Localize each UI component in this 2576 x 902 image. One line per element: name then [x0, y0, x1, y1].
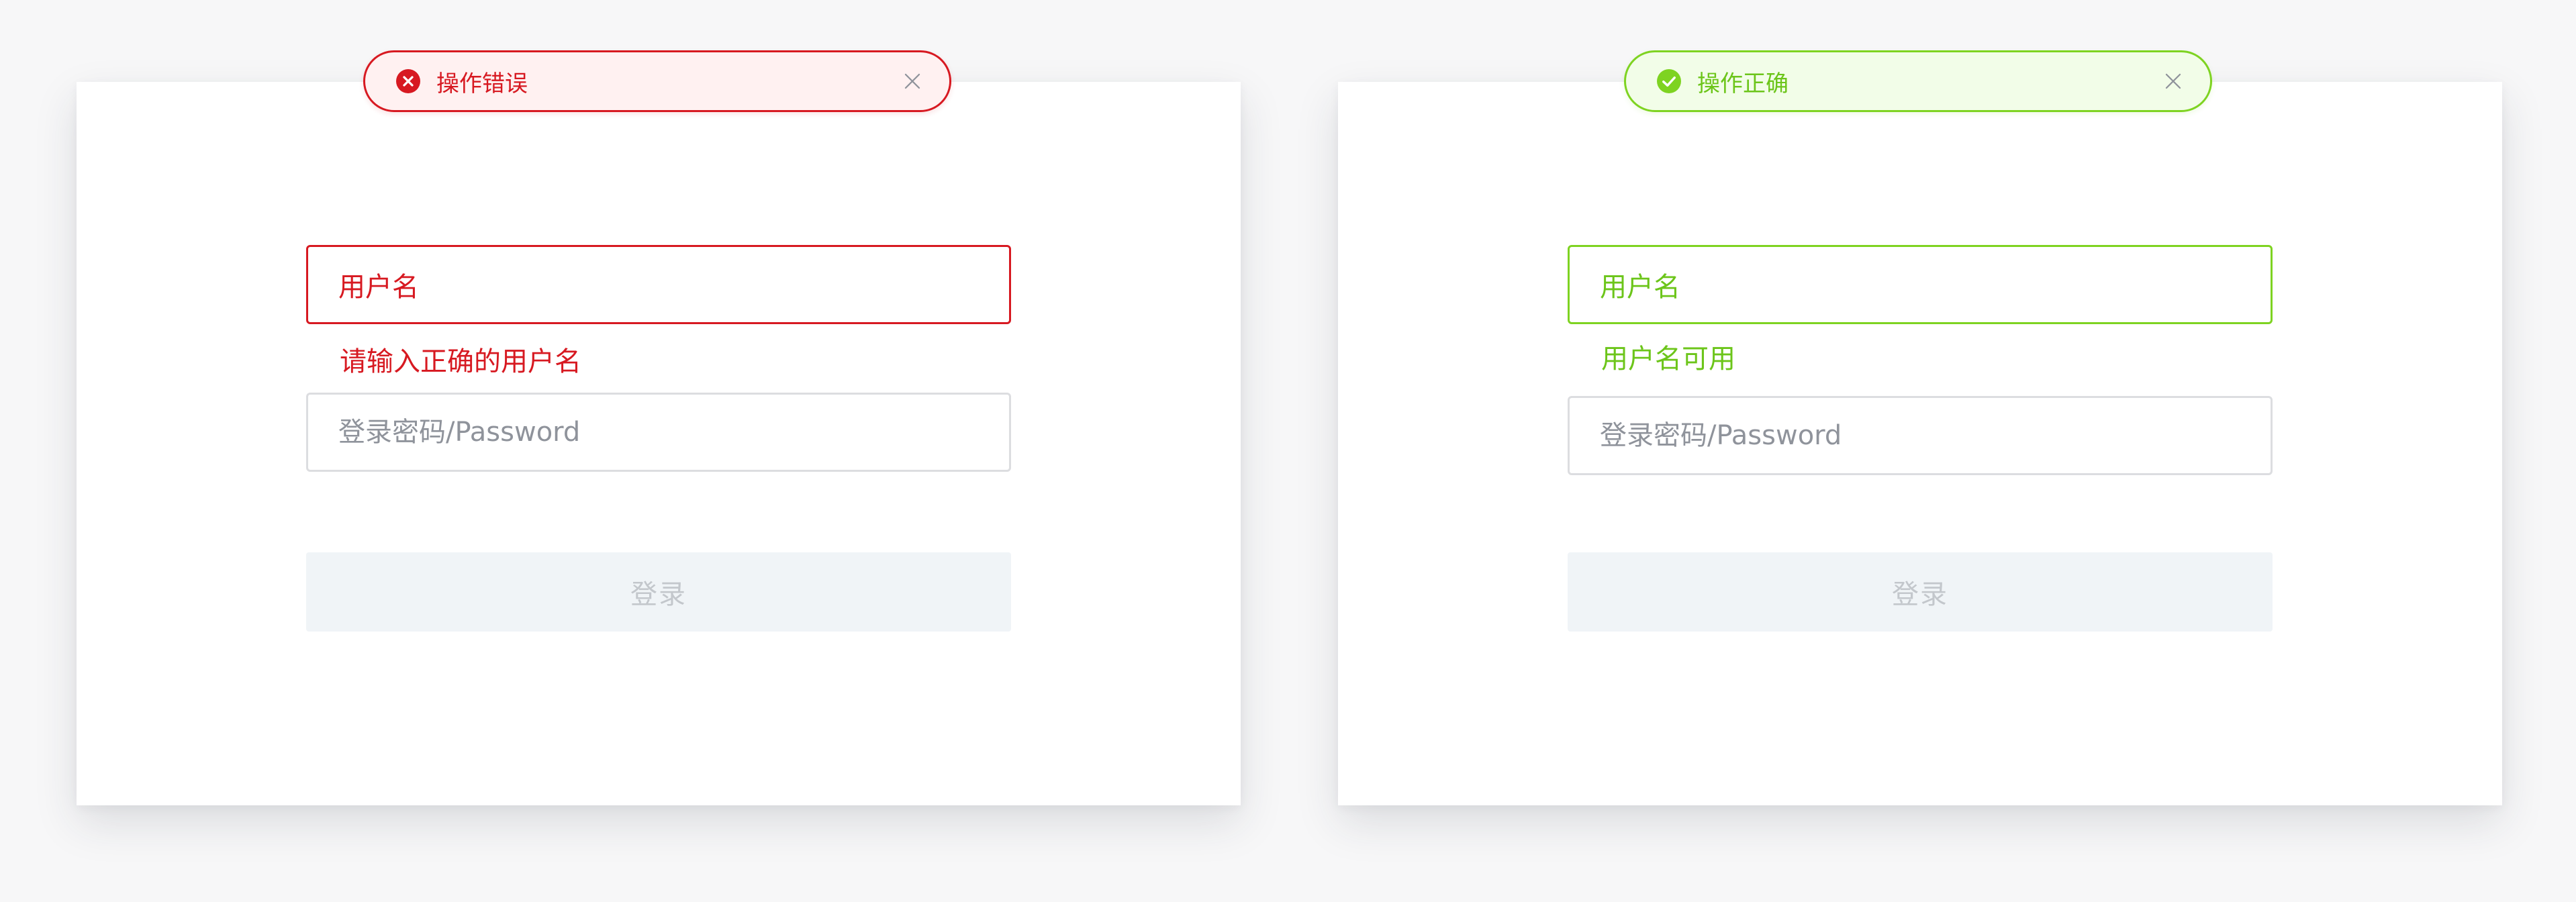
error-toast: 操作错误 [363, 50, 951, 112]
toast-message: 操作错误 [436, 70, 528, 97]
username-input[interactable] [306, 245, 1011, 324]
login-card-success-state: 用户名可用 登录 [1338, 82, 2502, 805]
password-input[interactable] [306, 393, 1011, 472]
login-card-error-state: 请输入正确的用户名 登录 [77, 82, 1241, 805]
login-button[interactable]: 登录 [1568, 552, 2273, 632]
username-success-message: 用户名可用 [1601, 344, 1735, 374]
login-button[interactable]: 登录 [306, 552, 1011, 632]
username-input[interactable] [1568, 245, 2273, 324]
error-circle-icon [396, 69, 420, 93]
success-check-circle-icon [1657, 69, 1681, 93]
success-toast: 操作正确 [1624, 50, 2212, 112]
password-input[interactable] [1568, 396, 2273, 475]
close-icon[interactable] [902, 71, 922, 91]
toast-message: 操作正确 [1697, 70, 1788, 97]
close-icon[interactable] [2163, 71, 2183, 91]
username-error-message: 请输入正确的用户名 [340, 346, 581, 377]
